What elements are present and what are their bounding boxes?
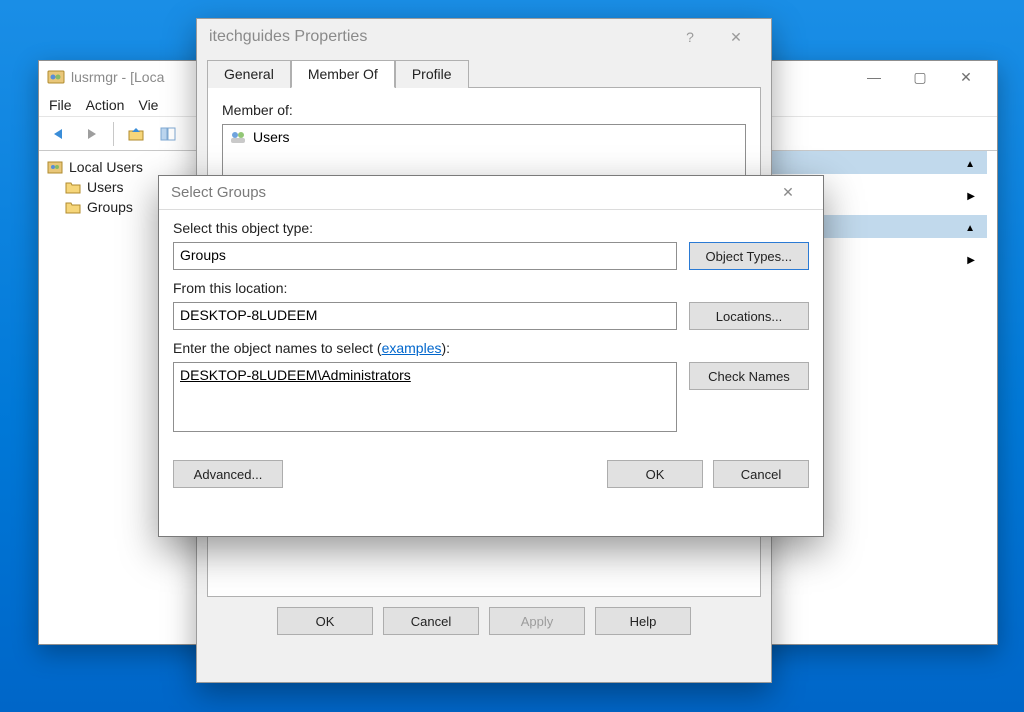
close-button[interactable]: ✕: [765, 178, 811, 208]
menu-action[interactable]: Action: [86, 97, 125, 113]
properties-titlebar[interactable]: itechguides Properties ? ✕: [197, 19, 771, 55]
object-names-label: Enter the object names to select (exampl…: [173, 340, 809, 356]
show-hide-tree-button[interactable]: [154, 120, 182, 148]
minimize-icon: —: [867, 69, 881, 85]
member-of-label: Member of:: [222, 102, 746, 118]
locations-button[interactable]: Locations...: [689, 302, 809, 330]
lusrmgr-caption-buttons: — ▢ ✕: [851, 62, 989, 92]
object-names-label-post: ):: [441, 340, 450, 356]
cancel-button[interactable]: Cancel: [713, 460, 809, 488]
tree-item-users-label: Users: [87, 179, 124, 195]
chevron-right-icon: [967, 187, 975, 202]
users-groups-icon: [47, 159, 63, 175]
tree-root-label: Local Users: [69, 159, 143, 175]
ok-button[interactable]: OK: [607, 460, 703, 488]
tab-general[interactable]: General: [207, 60, 291, 88]
object-type-section: Select this object type: Groups Object T…: [173, 220, 809, 270]
select-groups-bottom-buttons: Advanced... OK Cancel: [159, 452, 823, 500]
tree-root-item[interactable]: Local Users: [43, 157, 194, 177]
folder-icon: [65, 199, 81, 215]
help-icon: ?: [686, 29, 694, 45]
list-item[interactable]: Users: [225, 127, 743, 147]
list-item-label: Users: [253, 129, 290, 145]
properties-tabstrip: General Member Of Profile: [197, 59, 771, 87]
help-button[interactable]: ?: [667, 22, 713, 52]
back-button[interactable]: [45, 120, 73, 148]
minimize-button[interactable]: —: [851, 62, 897, 92]
ok-button[interactable]: OK: [277, 607, 373, 635]
object-names-input[interactable]: DESKTOP-8LUDEEM\Administrators: [173, 362, 677, 432]
object-type-label: Select this object type:: [173, 220, 809, 236]
forward-button[interactable]: [77, 120, 105, 148]
select-groups-dialog: Select Groups ✕ Select this object type:…: [158, 175, 824, 537]
object-names-label-pre: Enter the object names to select (: [173, 340, 382, 356]
close-button[interactable]: ✕: [943, 62, 989, 92]
object-names-section: Enter the object names to select (exampl…: [173, 340, 809, 432]
close-icon: ✕: [960, 69, 972, 86]
advanced-button[interactable]: Advanced...: [173, 460, 283, 488]
close-icon: ✕: [730, 29, 742, 46]
menu-view[interactable]: Vie: [138, 97, 158, 113]
examples-link[interactable]: examples: [382, 340, 442, 356]
cancel-button[interactable]: Cancel: [383, 607, 479, 635]
apply-button[interactable]: Apply: [489, 607, 585, 635]
collapse-icon: [965, 155, 975, 170]
object-types-button[interactable]: Object Types...: [689, 242, 809, 270]
actions-header-1[interactable]: [747, 151, 987, 174]
chevron-right-icon: [967, 251, 975, 266]
lusrmgr-app-icon: [47, 68, 65, 86]
tab-profile[interactable]: Profile: [395, 60, 469, 88]
up-folder-button[interactable]: [122, 120, 150, 148]
maximize-icon: ▢: [913, 69, 926, 86]
properties-title-text: itechguides Properties: [209, 28, 367, 46]
group-icon: [229, 129, 247, 145]
toolbar-separator: [113, 122, 114, 146]
tab-member-of[interactable]: Member Of: [291, 60, 395, 88]
close-icon: ✕: [782, 184, 794, 201]
location-label: From this location:: [173, 280, 809, 296]
object-names-value: DESKTOP-8LUDEEM\Administrators: [180, 367, 411, 383]
maximize-button[interactable]: ▢: [897, 62, 943, 92]
menu-file[interactable]: File: [49, 97, 72, 113]
check-names-button[interactable]: Check Names: [689, 362, 809, 390]
properties-dialog-buttons: OK Cancel Apply Help: [197, 597, 771, 647]
help-button[interactable]: Help: [595, 607, 691, 635]
object-type-field: Groups: [173, 242, 677, 270]
location-section: From this location: DESKTOP-8LUDEEM Loca…: [173, 280, 809, 330]
select-groups-title-text: Select Groups: [171, 184, 266, 201]
tree-item-groups-label: Groups: [87, 199, 133, 215]
location-field: DESKTOP-8LUDEEM: [173, 302, 677, 330]
select-groups-body: Select this object type: Groups Object T…: [159, 210, 823, 452]
select-groups-titlebar[interactable]: Select Groups ✕: [159, 176, 823, 210]
collapse-icon: [965, 219, 975, 234]
folder-icon: [65, 179, 81, 195]
close-button[interactable]: ✕: [713, 22, 759, 52]
lusrmgr-title-text: lusrmgr - [Loca: [71, 69, 164, 85]
